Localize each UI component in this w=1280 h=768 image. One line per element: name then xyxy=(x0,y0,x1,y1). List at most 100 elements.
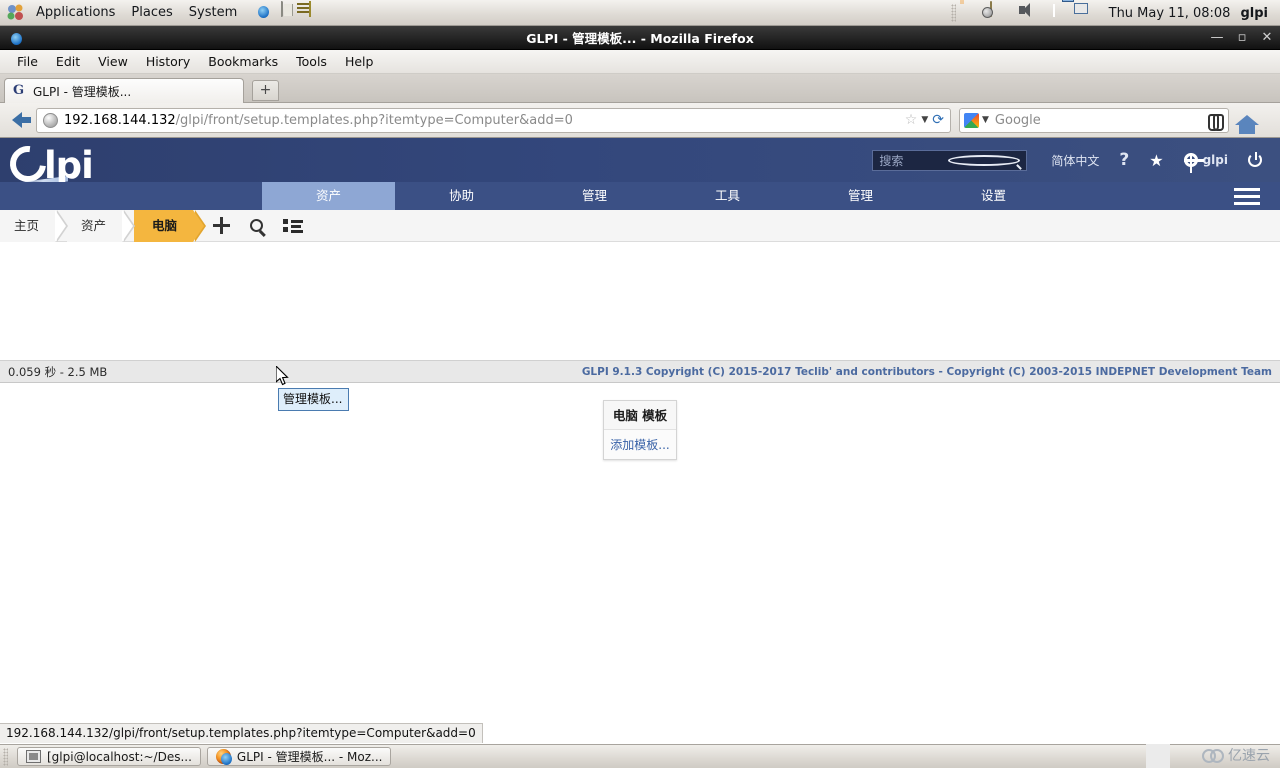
window-title: GLPI - 管理模板... - Mozilla Firefox xyxy=(526,31,754,46)
tab-strip: G GLPI - 管理模板... + xyxy=(0,74,1280,103)
reload-icon[interactable]: ⟳ xyxy=(932,112,944,128)
url-host: 192.168.144.132 xyxy=(64,112,176,128)
new-tab-button[interactable]: + xyxy=(252,80,279,101)
terminal-icon xyxy=(26,750,41,763)
search-engine-chevron-icon[interactable]: ▼ xyxy=(982,115,989,125)
panel-right-group: Thu May 11, 08:08 glpi xyxy=(950,0,1276,26)
gnome-top-panel: Applications Places System Thu May 11, 0… xyxy=(0,0,1280,26)
panel-left-group: Applications Places System xyxy=(0,0,334,25)
taskbar-item-terminal[interactable]: [glpi@localhost:~/Des... xyxy=(17,747,201,766)
url-text: 192.168.144.132/glpi/front/setup.templat… xyxy=(64,113,905,128)
window-controls: — ▫ ✕ xyxy=(1210,26,1274,50)
search-icon[interactable] xyxy=(250,219,264,232)
language-selector[interactable]: 简体中文 xyxy=(1041,152,1109,169)
computer-template-box: 电脑 模板 添加模板... xyxy=(603,400,677,460)
site-identity-icon xyxy=(43,112,58,128)
firefox-icon[interactable] xyxy=(253,2,275,24)
menu-file[interactable]: File xyxy=(8,54,47,69)
glpi-header: lpi 搜索 简体中文 ? ★ glpi xyxy=(0,138,1280,190)
add-icon[interactable] xyxy=(213,217,231,234)
updates-icon[interactable] xyxy=(962,2,984,24)
nav-left-spacer xyxy=(0,182,262,210)
url-path: /glpi/front/setup.templates.php?itemtype… xyxy=(175,112,573,128)
template-box-title: 电脑 模板 xyxy=(604,401,676,430)
copyright-text: GLPI 9.1.3 Copyright (C) 2015-2017 Tecli… xyxy=(581,365,1272,378)
google-icon xyxy=(964,112,979,128)
favorites-star-icon[interactable]: ★ xyxy=(1139,151,1173,170)
tab-title: GLPI - 管理模板... xyxy=(33,84,132,99)
nav-item-setup[interactable]: 设置 xyxy=(927,182,1060,210)
watermark: 亿速云 xyxy=(1202,745,1270,765)
page-content: lpi 搜索 简体中文 ? ★ glpi 资产 协助 管理 工具 管理 设置 主… xyxy=(0,138,1280,723)
home-icon[interactable] xyxy=(1235,115,1259,134)
chevron-down-icon[interactable]: ▼ xyxy=(921,115,928,125)
glpi-search-box[interactable]: 搜索 xyxy=(872,149,1028,171)
dictionary-icon[interactable] xyxy=(281,0,303,24)
taskbar-grip xyxy=(3,747,8,766)
browser-tab[interactable]: G GLPI - 管理模板... xyxy=(4,78,244,103)
glpi-footer: 0.059 秒 - 2.5 MB GLPI 9.1.3 Copyright (C… xyxy=(0,360,1280,383)
gnome-foot-icon xyxy=(6,3,28,23)
add-template-link[interactable]: 添加模板... xyxy=(604,430,676,460)
user-preferences[interactable]: glpi xyxy=(1174,153,1238,173)
glpi-favicon-icon: G xyxy=(13,83,25,98)
glpi-logo-text: lpi xyxy=(44,144,94,187)
browser-status-bar: 192.168.144.132/glpi/front/setup.templat… xyxy=(0,723,483,743)
volume-icon[interactable] xyxy=(1018,2,1040,24)
minimize-button[interactable]: — xyxy=(1210,31,1224,45)
text-editor-icon[interactable] xyxy=(309,0,331,24)
tooltip-manage-templates: 管理模板... xyxy=(278,388,349,411)
menu-edit[interactable]: Edit xyxy=(47,54,89,69)
breadcrumb-item-home[interactable]: 主页 xyxy=(0,209,69,242)
breadcrumb: 主页 资产 电脑 xyxy=(0,209,1280,242)
firefox-icon xyxy=(215,749,232,765)
url-bar-icons: ☆ ▼ ⟳ xyxy=(905,112,946,128)
nav-item-assistance[interactable]: 协助 xyxy=(395,182,528,210)
help-icon[interactable]: ? xyxy=(1109,150,1139,170)
logout-button[interactable] xyxy=(1238,152,1272,167)
menu-history[interactable]: History xyxy=(137,54,199,69)
breadcrumb-toolbar xyxy=(213,217,304,234)
binoculars-icon[interactable] xyxy=(1208,113,1224,131)
breadcrumb-item-computer[interactable]: 电脑 xyxy=(134,209,207,242)
back-button[interactable] xyxy=(0,112,34,128)
hamburger-menu-icon[interactable] xyxy=(1234,188,1260,205)
menu-view[interactable]: View xyxy=(89,54,137,69)
menu-tools[interactable]: Tools xyxy=(287,54,336,69)
screen: Applications Places System Thu May 11, 0… xyxy=(0,0,1280,768)
glpi-header-tools: 搜索 简体中文 ? ★ glpi xyxy=(872,138,1272,182)
search-bar[interactable]: ▼ Google xyxy=(959,107,1229,133)
watermark-text: 亿速云 xyxy=(1228,748,1270,764)
menu-places[interactable]: Places xyxy=(123,1,180,25)
manage-templates-icon[interactable] xyxy=(283,218,304,233)
maximize-button[interactable]: ▫ xyxy=(1235,31,1249,45)
taskbar-item-firefox[interactable]: GLPI - 管理模板... - Moz... xyxy=(206,747,392,766)
browser-navbar: 192.168.144.132/glpi/front/setup.templat… xyxy=(0,103,1280,138)
breadcrumb-item-assets[interactable]: 资产 xyxy=(67,209,136,242)
bluetooth-icon[interactable] xyxy=(1046,2,1068,24)
glpi-search-placeholder: 搜索 xyxy=(879,153,904,168)
menu-help[interactable]: Help xyxy=(336,54,383,69)
nav-item-assets[interactable]: 资产 xyxy=(262,182,395,210)
panel-grip xyxy=(950,4,956,22)
menu-bookmarks[interactable]: Bookmarks xyxy=(199,54,287,69)
browser-menubar: File Edit View History Bookmarks Tools H… xyxy=(0,50,1280,74)
menu-system[interactable]: System xyxy=(181,1,245,25)
url-bar[interactable]: 192.168.144.132/glpi/front/setup.templat… xyxy=(36,107,951,133)
menu-applications[interactable]: Applications xyxy=(28,1,123,25)
nav-item-administration[interactable]: 管理 xyxy=(794,182,927,210)
performance-info: 0.059 秒 - 2.5 MB xyxy=(8,364,108,379)
search-icon[interactable] xyxy=(947,154,1021,166)
taskbar-item-label: [glpi@localhost:~/Des... xyxy=(47,749,192,764)
printer-icon[interactable] xyxy=(989,1,1012,24)
nav-item-tools[interactable]: 工具 xyxy=(661,182,794,210)
glpi-username: glpi xyxy=(1202,153,1228,167)
network-icon[interactable] xyxy=(1074,2,1096,24)
user-menu[interactable]: glpi xyxy=(1240,6,1276,21)
clock[interactable]: Thu May 11, 08:08 xyxy=(1099,6,1241,21)
nav-item-management[interactable]: 管理 xyxy=(528,182,661,210)
bookmark-star-icon[interactable]: ☆ xyxy=(905,112,918,128)
power-icon xyxy=(1248,152,1262,167)
cloud-glasses-icon xyxy=(1202,749,1224,763)
close-button[interactable]: ✕ xyxy=(1260,31,1274,45)
